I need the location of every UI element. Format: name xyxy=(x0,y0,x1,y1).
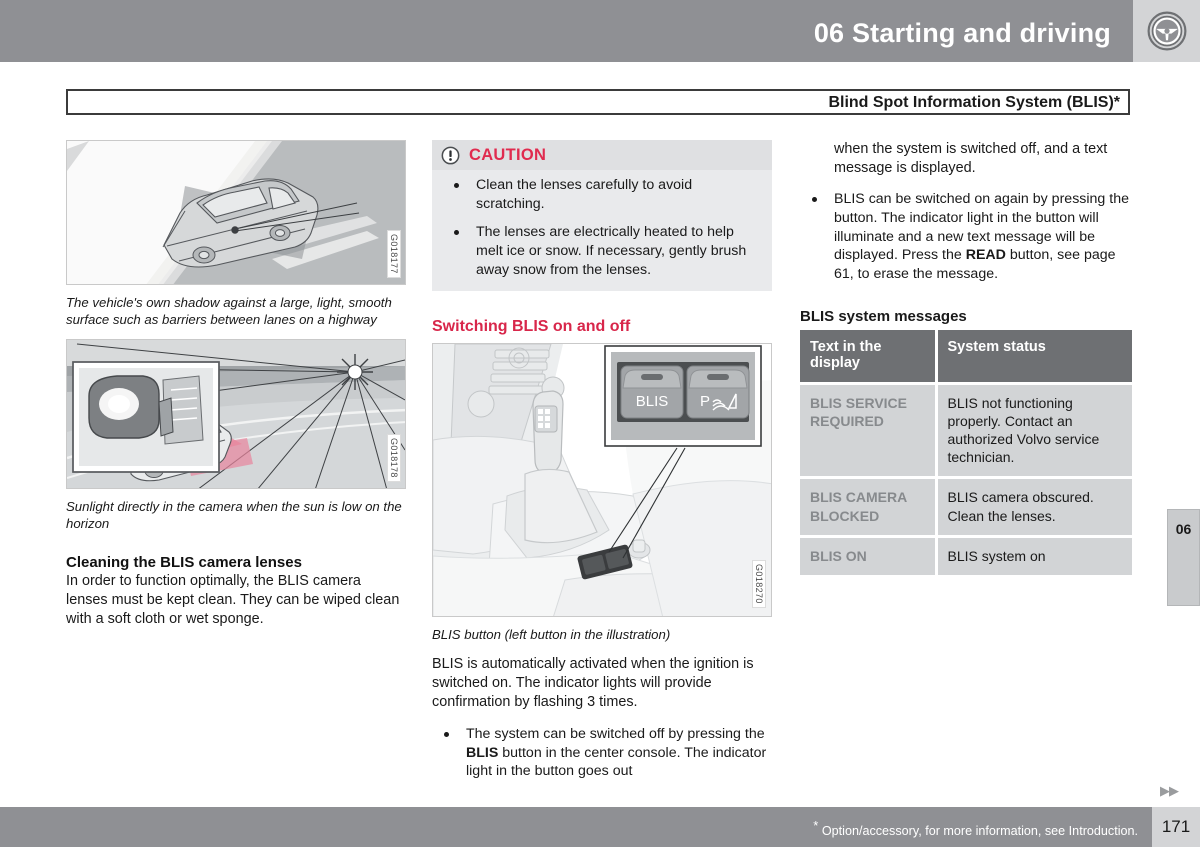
caution-label: CAUTION xyxy=(469,146,547,164)
caution-list-item: Clean the lenses carefully to avoid scra… xyxy=(442,176,762,213)
page-title: 06 Starting and driving xyxy=(813,18,1111,48)
table-header-system-status: System status xyxy=(936,329,1132,384)
blis-switch-off-list: The system can be switched off by pressi… xyxy=(432,725,768,781)
page-footer-bar: * Option/accessory, for more information… xyxy=(0,807,1152,847)
footnote: * Option/accessory, for more information… xyxy=(813,818,1138,838)
figure-caption-3: BLIS button (left button in the illustra… xyxy=(432,626,671,642)
footnote-text: Option/accessory, for more information, … xyxy=(818,824,1138,839)
bullet-text-bold: READ xyxy=(965,247,1006,264)
table-cell-message-value: BLIS system on xyxy=(936,534,1132,576)
blis-system-messages-table: Text in the display System status BLIS S… xyxy=(800,329,1132,576)
section-title-box: Blind Spot Information System (BLIS)* xyxy=(66,89,1130,115)
middle-column: CAUTION Clean the lenses carefully to av… xyxy=(432,140,772,781)
figure-id-2: G018178 xyxy=(387,434,401,483)
console-button-park-label: P xyxy=(700,393,710,410)
blis-switch-off-item: The system can be switched off by pressi… xyxy=(432,725,768,781)
figure-id-3: G018270 xyxy=(752,559,766,608)
steering-wheel-icon xyxy=(1147,11,1186,51)
bullet-text-part1: The system can be switched off by pressi… xyxy=(466,725,765,742)
table-cell-message-value: BLIS camera obscured. Clean the lenses. xyxy=(936,476,1132,537)
table-cell-message-value: BLIS not functioning properly. Contact a… xyxy=(936,381,1132,478)
console-button-blis-label: BLIS xyxy=(636,393,669,410)
cleaning-lenses-heading: Cleaning the BLIS camera lenses xyxy=(66,553,302,571)
figure-vehicle-shadow: G018177 xyxy=(66,140,406,285)
section-title: Blind Spot Information System (BLIS)* xyxy=(828,94,1120,111)
forward-arrows-icon: ▶▶ xyxy=(1160,783,1179,798)
caution-list: Clean the lenses carefully to avoid scra… xyxy=(442,176,762,280)
blis-activation-paragraph: BLIS is automatically activated when the… xyxy=(432,655,754,710)
cleaning-lenses-paragraph: In order to function optimally, the BLIS… xyxy=(66,572,400,627)
table-cell-message-key: BLIS CAMERA BLOCKED xyxy=(800,476,938,537)
caution-header: CAUTION xyxy=(432,140,772,170)
table-row: BLIS ON BLIS system on xyxy=(800,534,1132,576)
caution-box: CAUTION Clean the lenses carefully to av… xyxy=(432,140,772,291)
table-row: BLIS CAMERA BLOCKED BLIS camera obscured… xyxy=(800,476,1132,537)
figure-id-1: G018177 xyxy=(387,230,401,278)
figure-vehicle-shadow-graphic xyxy=(67,141,405,284)
left-column: G018177 The vehicle's own shadow against… xyxy=(66,140,406,629)
bullet-text-part2: button in the center console. The indica… xyxy=(466,744,767,780)
bullet-text-bold: BLIS xyxy=(466,744,499,761)
caution-list-item: The lenses are electrically heated to he… xyxy=(442,223,762,279)
page-header-bar: 06 Starting and driving xyxy=(0,0,1133,62)
figure-center-console: BLIS P G018270 xyxy=(432,342,772,617)
figure-center-console-graphic: BLIS P xyxy=(433,343,771,616)
figure-caption-1: The vehicle's own shadow against a large… xyxy=(66,295,392,328)
table-cell-message-key: BLIS ON xyxy=(800,534,938,576)
figure-sunlight-camera-graphic xyxy=(67,340,405,489)
header-icon-container xyxy=(1133,0,1200,62)
table-header-row: Text in the display System status xyxy=(800,329,1132,384)
right-column: when the system is switched off, and a t… xyxy=(800,140,1132,576)
blis-switch-on-list: BLIS can be switched on again by pressin… xyxy=(800,190,1132,284)
figure-caption-2: Sunlight directly in the camera when the… xyxy=(66,499,402,532)
switching-blis-heading: Switching BLIS on and off xyxy=(432,317,631,335)
right-continuation-text: when the system is switched off, and a t… xyxy=(834,141,1108,177)
chapter-tab-06: 06 xyxy=(1167,509,1200,606)
table-row: BLIS SERVICE REQUIRED BLIS not functioni… xyxy=(800,381,1132,478)
table-header-text-in-display: Text in the display xyxy=(800,329,938,384)
exclamation-circle-icon xyxy=(441,146,460,165)
page-number: 171 xyxy=(1152,807,1200,847)
blis-switch-on-item: BLIS can be switched on again by pressin… xyxy=(800,190,1132,284)
figure-sunlight-camera: G018178 xyxy=(66,339,406,490)
table-cell-message-key: BLIS SERVICE REQUIRED xyxy=(800,381,938,478)
caution-body: Clean the lenses carefully to avoid scra… xyxy=(432,170,772,291)
system-messages-title: BLIS system messages xyxy=(800,307,967,325)
